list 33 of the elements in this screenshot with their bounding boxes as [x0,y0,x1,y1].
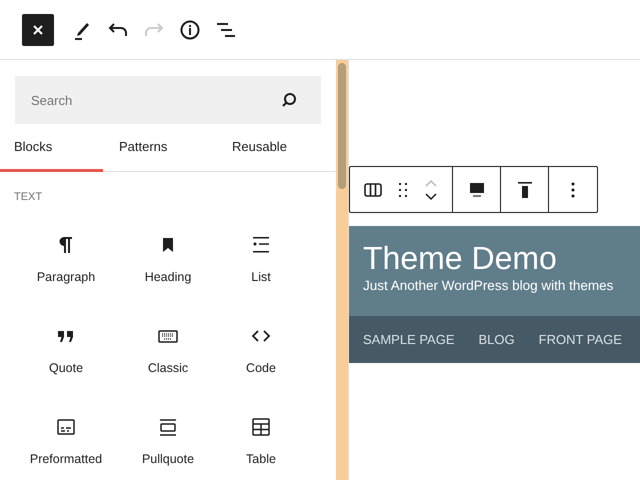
nav-link[interactable]: FRONT PAGE [538,332,622,347]
category-heading: TEXT [13,190,44,203]
tab[interactable]: Patterns [103,124,200,172]
redo-icon [144,22,164,38]
scrollbar-thumb[interactable] [338,63,346,189]
columns-icon[interactable] [364,182,382,196]
list-view-icon [216,22,236,38]
tab[interactable]: Reusable [200,124,336,172]
tab[interactable]: Blocks [0,124,103,172]
undo-icon [108,22,128,38]
move-down-icon[interactable] [424,192,438,200]
block-item[interactable]: Heading [118,233,218,300]
block-item[interactable]: Table [218,415,304,480]
vertical-align-top-icon[interactable] [516,182,532,198]
nav-link[interactable]: BLOG [478,332,515,347]
block-item[interactable]: Preformatted [14,415,118,480]
site-tagline: Just Another WordPress blog with themes [363,278,614,293]
nav-link[interactable]: SAMPLE PAGE [363,332,455,347]
block-item[interactable]: Quote [14,324,118,391]
drag-handle-icon[interactable] [398,182,408,198]
close-icon [32,24,44,36]
more-options-icon[interactable] [571,182,575,198]
block-item[interactable]: Classic [118,324,218,391]
block-item[interactable]: List [218,233,304,300]
close-button[interactable] [22,14,54,46]
search-field[interactable]: Search [15,76,321,124]
info-icon [180,20,200,40]
block-item[interactable]: Pullquote [118,415,218,480]
align-icon[interactable] [468,182,484,198]
site-title: Theme Demo [363,242,558,276]
search-icon [281,92,297,108]
block-item[interactable]: Code [218,324,304,391]
block-item[interactable]: Paragraph [14,233,118,300]
